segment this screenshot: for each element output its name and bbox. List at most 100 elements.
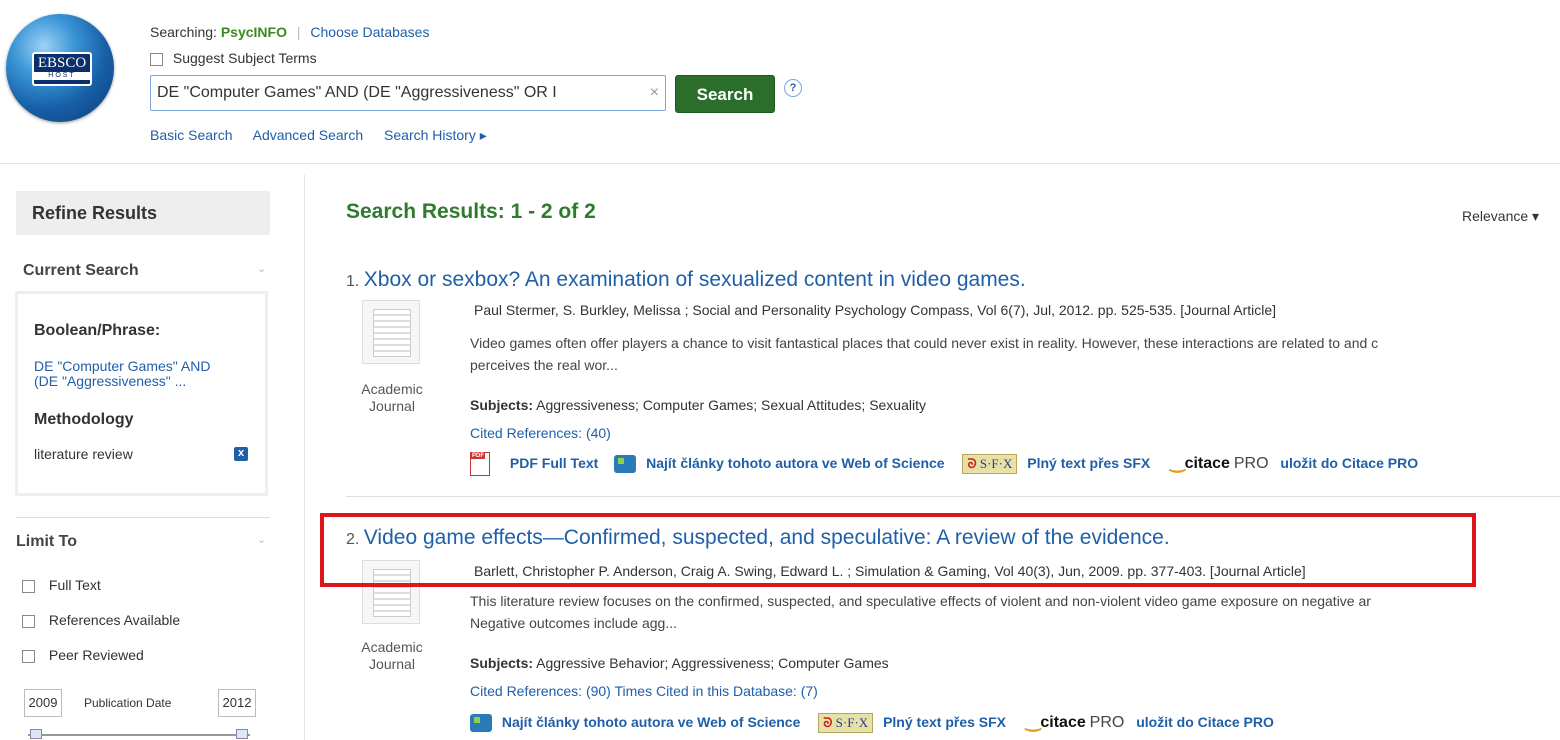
header-divider <box>0 163 1560 164</box>
abstract-line1: Video games often offer players a chance… <box>470 335 1379 351</box>
sfx-full-text-link[interactable]: Plný text přes SFX <box>1027 455 1150 471</box>
web-of-science-link[interactable]: Najít články tohoto autora ve Web of Sci… <box>646 455 944 471</box>
date-slider-handle-right[interactable] <box>236 729 248 739</box>
citace-pro-logo[interactable]: ‿citace PRO <box>1170 452 1269 472</box>
clear-icon[interactable]: × <box>650 84 659 102</box>
references-label: References Available <box>48 612 181 628</box>
boolean-phrase-line1[interactable]: DE "Computer Games" AND <box>34 359 210 374</box>
refine-results-header: Refine Results <box>16 191 270 235</box>
publication-type-line2: Journal <box>369 398 415 414</box>
pdf-icon[interactable] <box>470 452 490 477</box>
sfx-icon[interactable]: ᘐ S·F·X <box>962 454 1018 475</box>
abstract-line2: Negative outcomes include agg... <box>470 615 678 631</box>
search-query-text: DE "Computer Games" AND (DE "Aggressiven… <box>157 84 557 101</box>
peer-reviewed-label: Peer Reviewed <box>48 647 144 663</box>
help-icon[interactable]: ? <box>784 79 802 97</box>
citace-logo-text: citace <box>1184 455 1230 472</box>
web-of-science-link[interactable]: Najít články tohoto autora ve Web of Sci… <box>502 714 800 730</box>
search-button[interactable]: Search <box>675 75 775 113</box>
searching-line: Searching: PsycINFO | Choose Databases <box>150 24 429 40</box>
advanced-search-link[interactable]: Advanced Search <box>253 127 364 143</box>
limit-to-title[interactable]: Limit To <box>16 533 77 551</box>
sfx-icon[interactable]: ᘐ S·F·X <box>818 713 874 734</box>
suggest-checkbox[interactable] <box>150 52 163 66</box>
citace-icon: ‿ <box>1170 452 1185 472</box>
result-title-link[interactable]: Xbox or sexbox? An examination of sexual… <box>364 268 1026 291</box>
searching-label: Searching: <box>150 24 217 40</box>
publication-type-line1: Academic <box>361 381 423 397</box>
remove-filter-icon[interactable]: x <box>234 447 248 461</box>
full-text-label: Full Text <box>48 577 101 593</box>
citace-pro-text: PRO <box>1233 455 1269 472</box>
academic-journal-icon[interactable] <box>362 300 420 364</box>
boolean-phrase-label: Boolean/Phrase: <box>34 322 161 339</box>
separator: | <box>296 24 301 40</box>
chevron-down-icon[interactable]: ⌄ <box>257 533 266 546</box>
result-abstract: This literature review focuses on the co… <box>470 590 1560 634</box>
peer-reviewed-checkbox[interactable] <box>22 649 35 663</box>
publication-type: Academic Journal <box>352 381 432 415</box>
sidebar-divider <box>16 517 270 518</box>
publication-date-label: Publication Date <box>84 696 172 710</box>
result-subjects: Subjects: Aggressive Behavior; Aggressiv… <box>470 655 889 671</box>
sfx-logo-text: S·F·X <box>979 456 1013 472</box>
result-divider <box>346 496 1560 497</box>
limit-peer-reviewed[interactable]: Peer Reviewed <box>22 647 144 663</box>
subjects-label: Subjects: <box>470 397 534 413</box>
publication-type-line2: Journal <box>369 656 415 672</box>
search-input[interactable]: DE "Computer Games" AND (DE "Aggressiven… <box>150 75 666 111</box>
sort-relevance-dropdown[interactable]: Relevance ▾ <box>1462 208 1539 225</box>
citace-logo-text: citace <box>1040 714 1086 731</box>
pdf-full-text-link[interactable]: PDF Full Text <box>510 455 598 471</box>
ebsco-host-logo[interactable]: EBSCO HOST <box>6 14 114 122</box>
subjects-value: Aggressiveness; Computer Games; Sexual A… <box>536 397 926 413</box>
cited-references-link[interactable]: Cited References: (40) <box>470 425 611 441</box>
boolean-phrase-line2[interactable]: (DE "Aggressiveness" ... <box>34 374 186 389</box>
result-subjects: Subjects: Aggressiveness; Computer Games… <box>470 397 926 413</box>
logo-subtext: HOST <box>34 72 90 80</box>
current-search-title[interactable]: Current Search <box>23 262 139 280</box>
citace-pro-text: PRO <box>1089 714 1125 731</box>
subjects-value: Aggressive Behavior; Aggressiveness; Com… <box>536 655 889 671</box>
citace-pro-logo[interactable]: ‿citace PRO <box>1025 711 1125 731</box>
search-history-link[interactable]: Search History ▸ <box>384 127 487 143</box>
result-1-links: PDF Full Text Najít články tohoto autora… <box>470 452 1418 477</box>
web-of-science-icon[interactable] <box>470 714 492 733</box>
result-number: 1. <box>346 273 360 290</box>
sfx-full-text-link[interactable]: Plný text přes SFX <box>883 714 1006 730</box>
subjects-label: Subjects: <box>470 655 534 671</box>
result-abstract: Video games often offer players a chance… <box>470 332 1560 376</box>
methodology-value: literature review <box>34 446 133 462</box>
web-of-science-icon[interactable] <box>614 455 637 474</box>
search-results-title: Search Results: 1 - 2 of 2 <box>346 200 596 223</box>
basic-search-link[interactable]: Basic Search <box>150 127 232 143</box>
save-to-citace-link[interactable]: uložit do Citace PRO <box>1136 714 1274 730</box>
suggest-subject-terms[interactable]: Suggest Subject Terms <box>150 50 317 66</box>
date-from-input[interactable]: 2009 <box>24 689 62 717</box>
result-2-links: Najít články tohoto autora ve Web of Sci… <box>470 711 1274 734</box>
search-nav: Basic Search Advanced Search Search Hist… <box>150 127 504 144</box>
publication-type-line1: Academic <box>361 639 423 655</box>
date-slider-track[interactable] <box>28 734 250 736</box>
result-1-title-line: 1. Xbox or sexbox? An examination of sex… <box>346 268 1026 292</box>
date-slider-handle-left[interactable] <box>30 729 42 739</box>
abstract-line2: perceives the real wor... <box>470 357 618 373</box>
citace-icon: ‿ <box>1025 711 1041 731</box>
save-to-citace-link[interactable]: uložit do Citace PRO <box>1280 455 1418 471</box>
chevron-down-icon[interactable]: ⌄ <box>257 262 266 275</box>
database-name: PsycINFO <box>220 24 287 40</box>
logo-text: EBSCO <box>37 55 87 71</box>
limit-full-text[interactable]: Full Text <box>22 577 101 593</box>
methodology-label: Methodology <box>34 411 134 428</box>
references-checkbox[interactable] <box>22 614 35 628</box>
suggest-label: Suggest Subject Terms <box>172 50 317 66</box>
abstract-line1: This literature review focuses on the co… <box>470 593 1371 609</box>
limit-references-available[interactable]: References Available <box>22 612 180 628</box>
highlight-box <box>320 513 1476 587</box>
logo-badge: EBSCO HOST <box>32 52 92 86</box>
date-to-input[interactable]: 2012 <box>218 689 256 717</box>
publication-type: Academic Journal <box>352 639 432 673</box>
cited-references-link[interactable]: Cited References: (90) Times Cited in th… <box>470 683 818 699</box>
full-text-checkbox[interactable] <box>22 579 35 593</box>
choose-databases-link[interactable]: Choose Databases <box>310 24 429 40</box>
